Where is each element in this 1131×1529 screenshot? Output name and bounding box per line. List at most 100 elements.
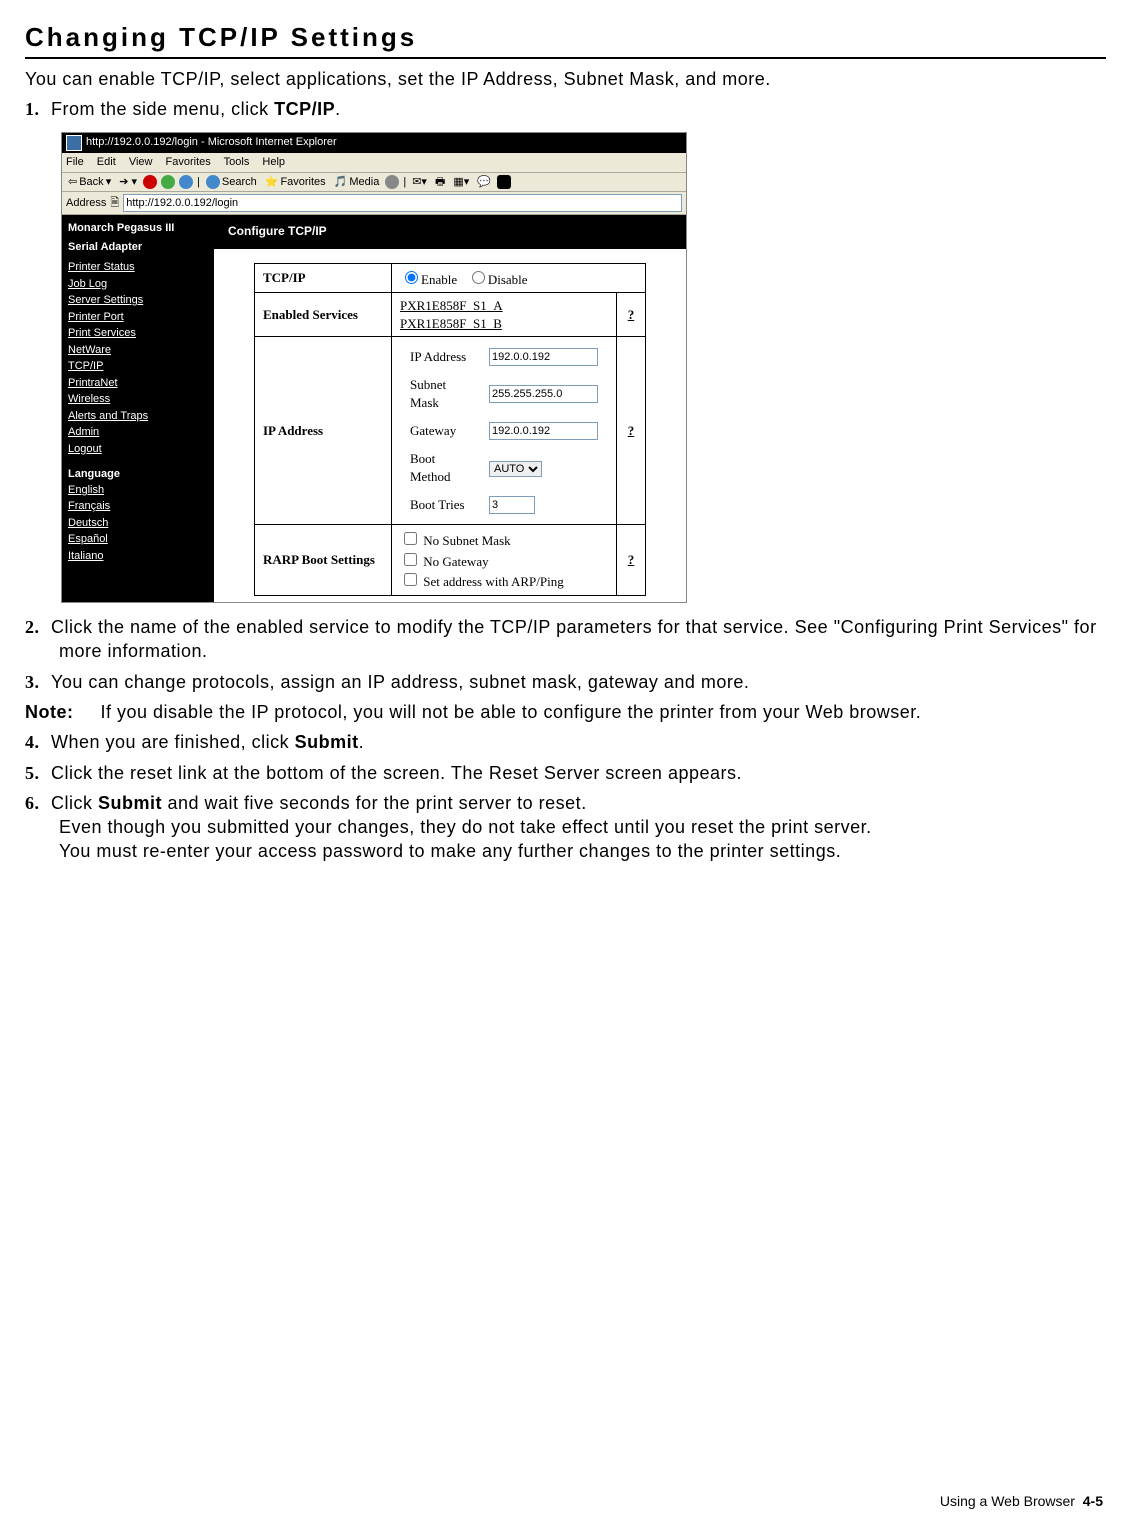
- extra-icon[interactable]: [497, 175, 511, 189]
- menu-view[interactable]: View: [129, 156, 153, 168]
- sidebar-item-server-settings[interactable]: Server Settings: [68, 292, 208, 309]
- step-text: .: [335, 99, 341, 119]
- ie-menubar[interactable]: File Edit View Favorites Tools Help: [62, 153, 686, 173]
- note-label: Note:: [25, 700, 95, 724]
- menu-tools[interactable]: Tools: [224, 156, 250, 168]
- step-text: From the side menu, click: [51, 99, 274, 119]
- ie-titlebar: http://192.0.0.192/login - Microsoft Int…: [62, 133, 686, 153]
- step-text: .: [359, 732, 365, 752]
- input-boottries[interactable]: [489, 496, 535, 514]
- help-link[interactable]: ?: [617, 337, 646, 525]
- step-number: 1.: [25, 97, 51, 121]
- edit-icon[interactable]: ▦▾: [451, 175, 471, 190]
- checkbox-arp-ping[interactable]: [404, 573, 417, 586]
- menu-favorites[interactable]: Favorites: [166, 156, 211, 168]
- sidebar-item-wireless[interactable]: Wireless: [68, 391, 208, 408]
- input-ip[interactable]: [489, 348, 598, 366]
- search-button[interactable]: Search: [204, 175, 259, 190]
- sidebar-language-label: Language: [68, 467, 208, 482]
- lang-english[interactable]: English: [68, 482, 208, 499]
- ie-icon: [66, 135, 82, 151]
- step-5: 5.Click the reset link at the bottom of …: [25, 761, 1106, 785]
- step-text: Click the reset link at the bottom of th…: [51, 763, 742, 783]
- step-6: 6.Click Submit and wait five seconds for…: [25, 791, 1106, 864]
- step-text: You must re-enter your access password t…: [59, 839, 841, 863]
- forward-button[interactable]: ➔ ▾: [117, 175, 139, 190]
- checkbox-no-subnet[interactable]: [404, 532, 417, 545]
- sidebar-item-tcpip[interactable]: TCP/IP: [68, 358, 208, 375]
- sidebar-item-print-services[interactable]: Print Services: [68, 325, 208, 342]
- menu-edit[interactable]: Edit: [97, 156, 116, 168]
- home-icon[interactable]: [179, 175, 193, 189]
- screenshot-ie-window: http://192.0.0.192/login - Microsoft Int…: [61, 132, 687, 603]
- sidebar-item-admin[interactable]: Admin: [68, 424, 208, 441]
- sidebar-item-printer-status[interactable]: Printer Status: [68, 259, 208, 276]
- row-ip-address: IP Address IP Address Subnet Mask Gatewa…: [255, 337, 646, 525]
- lang-italiano[interactable]: Italiano: [68, 548, 208, 565]
- radio-disable[interactable]: Disable: [467, 272, 528, 287]
- sidebar-subtitle: Serial Adapter: [68, 240, 208, 255]
- discuss-icon[interactable]: 💬: [475, 175, 493, 190]
- step-number: 6.: [25, 791, 51, 815]
- ie-title-text: http://192.0.0.192/login - Microsoft Int…: [86, 135, 337, 150]
- radio-enable-input[interactable]: [405, 271, 418, 284]
- radio-disable-input[interactable]: [472, 271, 485, 284]
- step-bold: Submit: [295, 732, 359, 752]
- step-number: 5.: [25, 761, 51, 785]
- ie-toolbar: ⇦ Back ▾ ➔ ▾ | Search ⭐Favorites 🎵Media …: [62, 173, 686, 193]
- menu-help[interactable]: Help: [262, 156, 285, 168]
- step-3: 3.You can change protocols, assign an IP…: [25, 670, 1106, 694]
- cell-services: PXR1E858F_S1_A PXR1E858F_S1_B: [392, 293, 617, 337]
- step-number: 3.: [25, 670, 51, 694]
- ie-main: Configure TCP/IP TCP/IP Enable Disable E…: [214, 215, 686, 602]
- sidebar-title: Monarch Pegasus III: [68, 221, 208, 236]
- ie-sidebar: Monarch Pegasus III Serial Adapter Print…: [62, 215, 214, 602]
- sidebar-item-netware[interactable]: NetWare: [68, 342, 208, 359]
- favorites-button[interactable]: ⭐Favorites: [263, 175, 328, 190]
- address-input[interactable]: [123, 194, 682, 212]
- lang-francais[interactable]: Français: [68, 498, 208, 515]
- field-label-ip: IP Address: [402, 343, 479, 370]
- sidebar-item-alerts[interactable]: Alerts and Traps: [68, 408, 208, 425]
- step-number: 2.: [25, 615, 51, 639]
- print-icon[interactable]: 🖶: [433, 175, 447, 190]
- field-label-subnet: Subnet Mask: [402, 372, 479, 415]
- page-footer: Using a Web Browser 4-5: [940, 1492, 1103, 1511]
- lang-espanol[interactable]: Español: [68, 531, 208, 548]
- step-text: Click the name of the enabled service to…: [51, 617, 1097, 661]
- refresh-icon[interactable]: [161, 175, 175, 189]
- sidebar-item-logout[interactable]: Logout: [68, 441, 208, 458]
- history-icon[interactable]: [385, 175, 399, 189]
- service-link-2[interactable]: PXR1E858F_S1_B: [400, 315, 608, 333]
- mail-icon[interactable]: ✉▾: [410, 175, 429, 190]
- sidebar-item-printer-port[interactable]: Printer Port: [68, 309, 208, 326]
- step-bold: TCP/IP: [274, 99, 335, 119]
- field-label-gateway: Gateway: [402, 417, 479, 444]
- step-1: 1.From the side menu, click TCP/IP.: [25, 97, 1106, 121]
- row-rarp: RARP Boot Settings No Subnet Mask No Gat…: [255, 525, 646, 596]
- back-button[interactable]: ⇦ Back ▾: [66, 175, 113, 190]
- menu-file[interactable]: File: [66, 156, 84, 168]
- help-link[interactable]: ?: [617, 293, 646, 337]
- address-label: Address: [66, 196, 106, 211]
- service-link-1[interactable]: PXR1E858F_S1_A: [400, 297, 608, 315]
- select-bootmethod[interactable]: AUTO: [489, 461, 542, 477]
- field-label-bootmethod: Boot Method: [402, 446, 479, 489]
- stop-icon[interactable]: [143, 175, 157, 189]
- media-button[interactable]: 🎵Media: [332, 175, 382, 190]
- radio-enable[interactable]: Enable: [400, 272, 457, 287]
- help-link[interactable]: ?: [617, 525, 646, 596]
- step-2: 2.Click the name of the enabled service …: [25, 615, 1106, 664]
- footer-page-number: 4-5: [1083, 1493, 1103, 1509]
- sidebar-item-printranet[interactable]: PrintraNet: [68, 375, 208, 392]
- label-enabled-services: Enabled Services: [255, 293, 392, 337]
- rarp-opt-2: No Gateway: [423, 554, 488, 569]
- sidebar-item-job-log[interactable]: Job Log: [68, 276, 208, 293]
- step-text: You can change protocols, assign an IP a…: [51, 672, 749, 692]
- input-gateway[interactable]: [489, 422, 598, 440]
- note-block: Note: If you disable the IP protocol, yo…: [25, 700, 1106, 724]
- step-bold: Submit: [98, 793, 162, 813]
- cell-ip-fields: IP Address Subnet Mask Gateway Boot Meth…: [392, 337, 617, 525]
- input-subnet[interactable]: [489, 385, 598, 403]
- lang-deutsch[interactable]: Deutsch: [68, 515, 208, 532]
